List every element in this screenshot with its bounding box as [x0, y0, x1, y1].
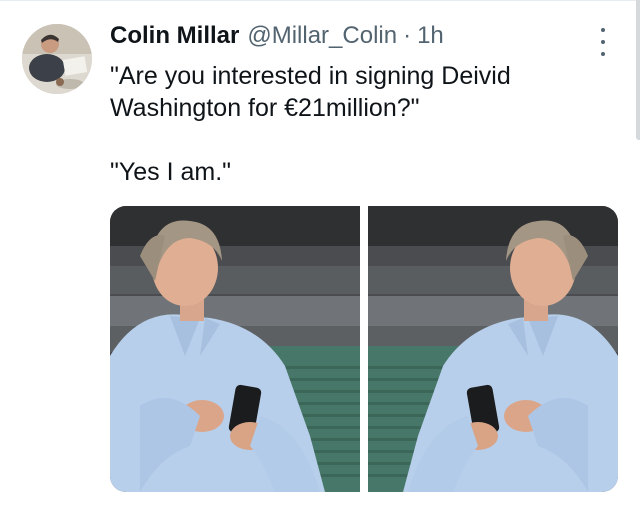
tweet-timestamp[interactable]: 1h — [417, 22, 444, 50]
author-handle[interactable]: @Millar_Colin — [247, 22, 397, 50]
more-vertical-icon — [601, 52, 605, 56]
author-avatar[interactable] — [22, 24, 92, 94]
tweet-text-line: "Are you interested in signing Deivid — [110, 62, 511, 90]
more-options-button[interactable] — [594, 26, 612, 58]
tweet-photo-1[interactable] — [110, 206, 360, 492]
top-divider — [0, 0, 640, 1]
tweet-text-line: "Yes I am." — [110, 158, 232, 186]
tweet-text: "Are you interested in signing Deivid Wa… — [110, 60, 550, 188]
scrollbar[interactable] — [636, 0, 640, 140]
tweet-header: Colin Millar @Millar_Colin · 1h — [110, 22, 444, 56]
tweet-photo-2[interactable] — [368, 206, 618, 492]
separator-dot: · — [403, 22, 412, 49]
tweet-text-line: Washington for €21million?" — [110, 94, 420, 122]
author-display-name[interactable]: Colin Millar — [110, 22, 239, 50]
more-vertical-icon — [601, 28, 605, 32]
more-vertical-icon — [601, 40, 605, 44]
tweet-media-grid — [110, 206, 618, 492]
